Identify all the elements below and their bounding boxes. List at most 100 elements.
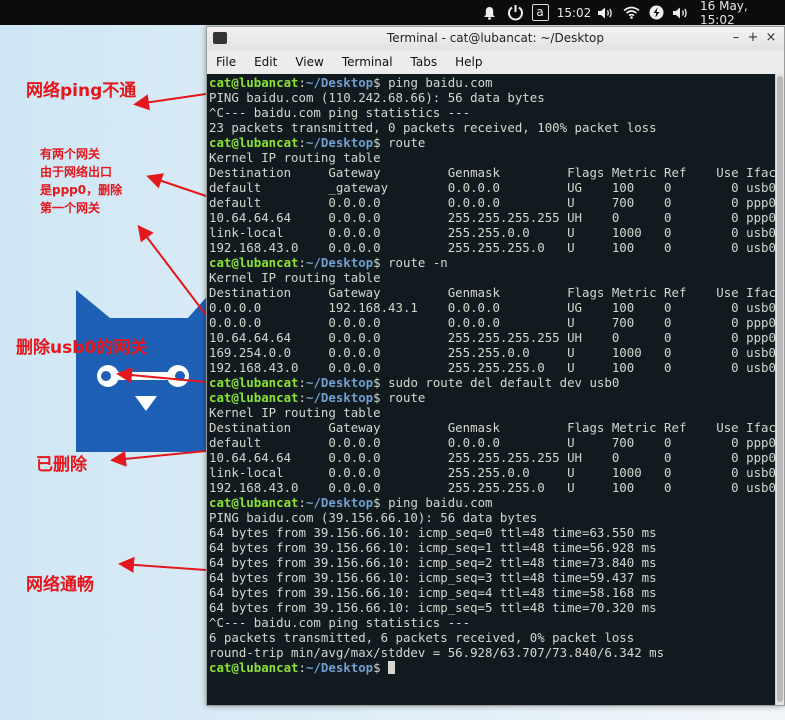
terminal-cursor <box>388 661 396 674</box>
terminal-output-line: 0.0.0.0 192.168.43.1 0.0.0.0 UG 100 0 0 … <box>209 300 775 315</box>
terminal-prompt-line: cat@lubancat:~/Desktop$ <box>209 660 775 675</box>
terminal-output-line: Destination Gateway Genmask Flags Metric… <box>209 420 775 435</box>
panel-clock[interactable]: 15:02 <box>556 0 592 25</box>
prompt-suffix: $ <box>373 135 389 150</box>
terminal-output-line: 64 bytes from 39.156.66.10: icmp_seq=1 t… <box>209 540 657 555</box>
terminal-output-line: 192.168.43.0 0.0.0.0 255.255.255.0 U 100… <box>209 240 775 255</box>
volume-icon[interactable] <box>671 0 691 25</box>
terminal-output-line: 64 bytes from 39.156.66.10: icmp_seq=4 t… <box>209 585 657 600</box>
terminal-prompt-line: cat@lubancat:~/Desktop$ route -n <box>209 255 775 270</box>
prompt-suffix: $ <box>373 390 389 405</box>
top-panel: a 15:02 16 May, 15:02 <box>0 0 785 27</box>
prompt-suffix: $ <box>373 255 389 270</box>
terminal-output-line: default 0.0.0.0 0.0.0.0 U 700 0 0 ppp0 <box>209 195 775 210</box>
terminal-output[interactable]: cat@lubancat:~/Desktop$ ping baidu.com PI… <box>207 74 775 705</box>
prompt-colon: : <box>298 75 306 90</box>
annotation-line: 是ppp0，删除 <box>40 183 123 197</box>
terminal-output-line: 64 bytes from 39.156.66.10: icmp_seq=0 t… <box>209 525 657 540</box>
power-icon[interactable] <box>504 0 526 25</box>
menu-bar: File Edit View Terminal Tabs Help <box>207 50 784 74</box>
keyboard-icon[interactable]: a <box>530 0 550 25</box>
prompt-path: ~/Desktop <box>306 495 374 510</box>
prompt-user: cat@lubancat <box>209 75 299 90</box>
scrollbar-thumb[interactable] <box>777 76 783 702</box>
menu-edit[interactable]: Edit <box>245 50 286 74</box>
terminal-output-line: link-local 0.0.0.0 255.255.0.0 U 1000 0 … <box>209 225 775 240</box>
annotation-ping-fail: 网络ping不通 <box>26 81 137 101</box>
close-button[interactable]: × <box>763 30 779 46</box>
prompt-user: cat@lubancat <box>209 375 299 390</box>
annotation-line: 有两个网关 <box>40 147 101 161</box>
prompt-colon: : <box>298 660 306 675</box>
terminal-prompt-line: cat@lubancat:~/Desktop$ ping baidu.com <box>209 495 775 510</box>
prompt-path: ~/Desktop <box>306 135 374 150</box>
terminal-output-line: 10.64.64.64 0.0.0.0 255.255.255.255 UH 0… <box>209 330 775 345</box>
terminal-output-line: default _gateway 0.0.0.0 UG 100 0 0 usb0 <box>209 180 775 195</box>
terminal-output-line: default 0.0.0.0 0.0.0.0 U 700 0 0 ppp0 <box>209 435 775 450</box>
annotation-ping-ok: 网络通畅 <box>26 575 94 595</box>
keyboard-layout-indicator: a <box>531 4 549 21</box>
prompt-suffix: $ <box>373 75 389 90</box>
prompt-colon: : <box>298 390 306 405</box>
terminal-output-line: PING baidu.com (39.156.66.10): 56 data b… <box>209 510 538 525</box>
terminal-output-line: 6 packets transmitted, 6 packets receive… <box>209 630 635 645</box>
prompt-path: ~/Desktop <box>306 255 374 270</box>
terminal-output-line: 64 bytes from 39.156.66.10: icmp_seq=2 t… <box>209 555 657 570</box>
prompt-suffix: $ <box>373 660 389 675</box>
prompt-command: ping baidu.com <box>388 75 493 90</box>
menu-terminal[interactable]: Terminal <box>333 50 402 74</box>
prompt-user: cat@lubancat <box>209 660 299 675</box>
terminal-output-line: 169.254.0.0 0.0.0.0 255.255.0.0 U 1000 0… <box>209 345 775 360</box>
annotation-delete-gateway: 删除usb0的网关 <box>16 338 148 358</box>
maximize-button[interactable]: + <box>745 30 761 46</box>
terminal-output-line: ^C--- baidu.com ping statistics --- <box>209 615 471 630</box>
prompt-user: cat@lubancat <box>209 255 299 270</box>
terminal-output-line: 64 bytes from 39.156.66.10: icmp_seq=5 t… <box>209 600 657 615</box>
bell-icon[interactable] <box>480 0 498 25</box>
terminal-output-line: Kernel IP routing table <box>209 150 381 165</box>
terminal-output-line: PING baidu.com (110.242.68.66): 56 data … <box>209 90 545 105</box>
wifi-icon[interactable] <box>621 0 641 25</box>
prompt-command: sudo route del default dev usb0 <box>388 375 620 390</box>
terminal-lines: cat@lubancat:~/Desktop$ ping baidu.com PI… <box>209 75 775 675</box>
minimize-button[interactable]: – <box>728 30 744 46</box>
annotation-line: 由于网络出口 <box>40 165 113 179</box>
prompt-colon: : <box>298 495 306 510</box>
prompt-command: route <box>388 135 426 150</box>
menu-view[interactable]: View <box>286 50 332 74</box>
prompt-suffix: $ <box>373 375 389 390</box>
prompt-path: ~/Desktop <box>306 660 374 675</box>
annotation-two-gateways: 有两个网关 由于网络出口 是ppp0，删除 第一个网关 <box>40 145 122 217</box>
terminal-output-line: ^C--- baidu.com ping statistics --- <box>209 105 471 120</box>
prompt-path: ~/Desktop <box>306 75 374 90</box>
terminal-output-line: link-local 0.0.0.0 255.255.0.0 U 1000 0 … <box>209 465 775 480</box>
terminal-output-line: 192.168.43.0 0.0.0.0 255.255.255.0 U 100… <box>209 480 775 495</box>
menu-file[interactable]: File <box>207 50 245 74</box>
terminal-output-line: 64 bytes from 39.156.66.10: icmp_seq=3 t… <box>209 570 657 585</box>
terminal-output-line: 23 packets transmitted, 0 packets receiv… <box>209 120 657 135</box>
lubancat-logo <box>76 290 211 452</box>
terminal-prompt-line: cat@lubancat:~/Desktop$ ping baidu.com <box>209 75 775 90</box>
annotation-line: 第一个网关 <box>40 201 101 215</box>
terminal-output-line: Destination Gateway Genmask Flags Metric… <box>209 285 775 300</box>
prompt-user: cat@lubancat <box>209 390 299 405</box>
battery-charging-icon[interactable] <box>646 0 666 25</box>
terminal-output-line: Kernel IP routing table <box>209 405 381 420</box>
panel-date-time[interactable]: 16 May, 15:02 <box>700 0 785 27</box>
terminal-output-line: 192.168.43.0 0.0.0.0 255.255.255.0 U 100… <box>209 360 775 375</box>
terminal-prompt-line: cat@lubancat:~/Desktop$ route <box>209 135 775 150</box>
menu-help[interactable]: Help <box>446 50 491 74</box>
prompt-colon: : <box>298 255 306 270</box>
annotation-deleted: 已删除 <box>36 455 87 475</box>
volume-icon[interactable] <box>596 0 616 25</box>
terminal-output-line: Destination Gateway Genmask Flags Metric… <box>209 165 775 180</box>
terminal-output-line: round-trip min/avg/max/stddev = 56.928/6… <box>209 645 665 660</box>
prompt-command: route -n <box>388 255 448 270</box>
menu-tabs[interactable]: Tabs <box>402 50 447 74</box>
terminal-output-line: 10.64.64.64 0.0.0.0 255.255.255.255 UH 0… <box>209 210 775 225</box>
prompt-colon: : <box>298 135 306 150</box>
prompt-suffix: $ <box>373 495 389 510</box>
terminal-scrollbar[interactable] <box>775 74 784 705</box>
prompt-command: route <box>388 390 426 405</box>
window-titlebar[interactable]: Terminal - cat@lubancat: ~/Desktop – + × <box>207 27 784 50</box>
